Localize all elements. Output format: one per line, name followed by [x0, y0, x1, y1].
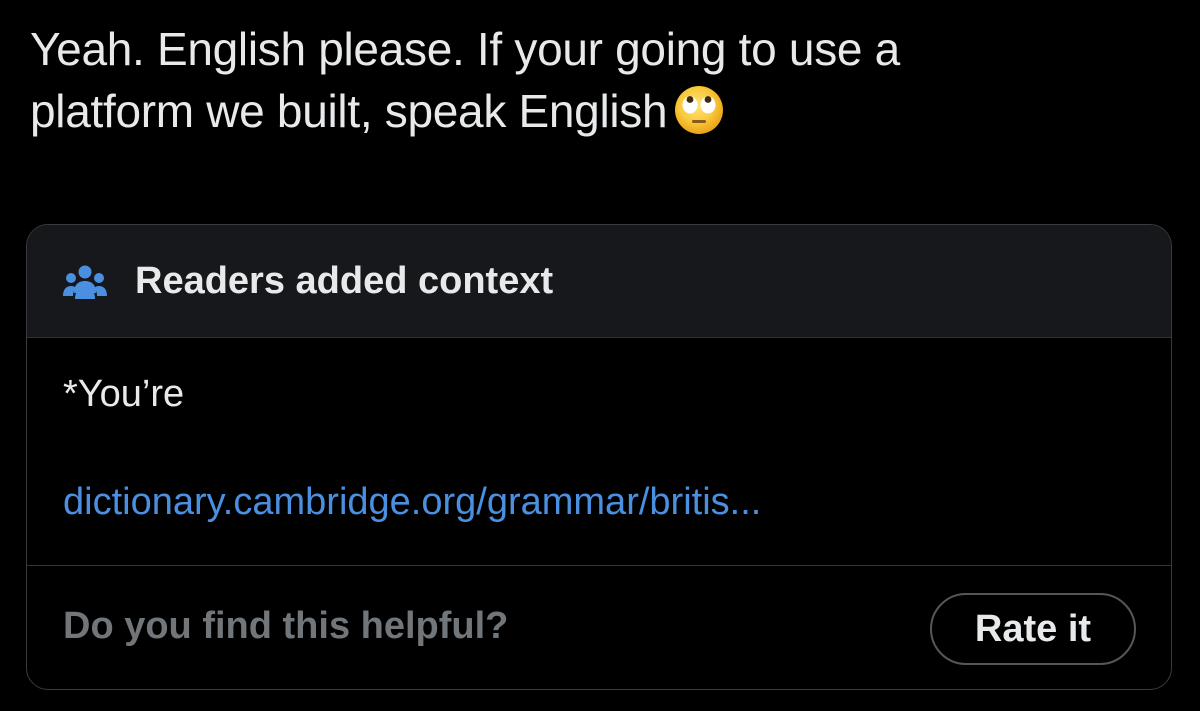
rate-it-button[interactable]: Rate it — [930, 593, 1136, 665]
note-title: Readers added context — [135, 260, 554, 302]
note-body-text: *You’re — [63, 373, 185, 415]
tweet-text-line-2: platform we built, speak English — [30, 85, 668, 137]
tweet-text-line-1: Yeah. English please. If your going to u… — [30, 23, 900, 75]
helpful-question: Do you find this helpful? — [63, 605, 509, 647]
community-note-body: *You’re dictionary.cambridge.org/grammar… — [27, 338, 1171, 566]
tweet-text: Yeah. English please. If your going to u… — [30, 18, 1180, 142]
community-note-footer: Do you find this helpful? Rate it — [27, 566, 1171, 689]
source-link[interactable]: dictionary.cambridge.org/grammar/britis.… — [63, 476, 761, 528]
people-icon — [63, 265, 107, 299]
community-note-card: Readers added context *You’re dictionary… — [26, 224, 1172, 690]
community-note-header: Readers added context — [27, 225, 1171, 338]
face-with-rolling-eyes-icon — [675, 86, 724, 134]
